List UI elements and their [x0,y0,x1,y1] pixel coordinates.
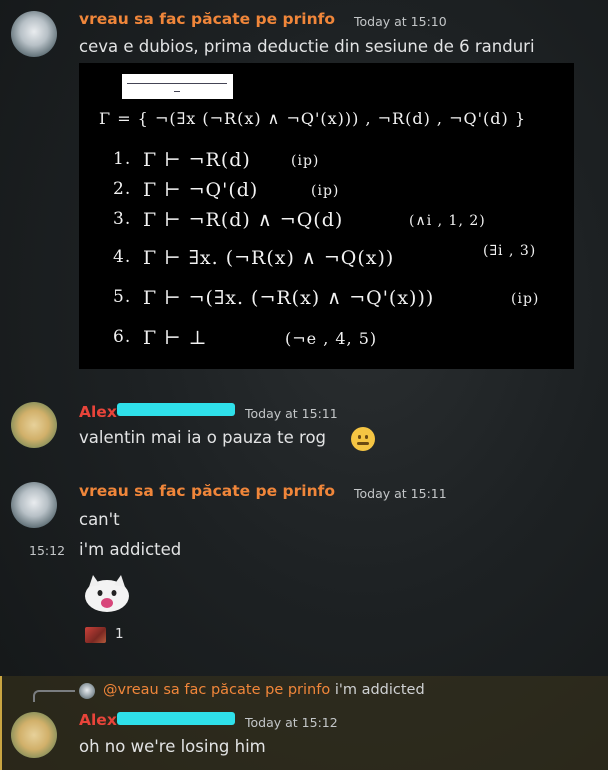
redaction [117,712,235,725]
timestamp[interactable]: Today at 15:10 [354,14,447,29]
proof-line-rule: (ip) [511,291,540,307]
proof-line-rule: (ip) [291,153,320,169]
proof-gamma: Γ = { ¬(∃x (¬R(x) ∧ ¬Q'(x))) , ¬R(d) , ¬… [99,109,526,128]
reply-connector [33,690,75,702]
avatar[interactable] [11,712,57,758]
message-text: oh no we're losing him [79,737,266,756]
message-text: ceva e dubios, prima deductie din sesiun… [79,37,535,56]
username[interactable]: vreau sa fac păcate pe prinfo [79,10,335,28]
proof-line-formula: Γ ⊢ ¬Q'(d) [143,179,259,201]
reply-preview[interactable]: @vreau sa fac păcate pe prinfo i'm addic… [103,682,425,698]
reaction-count: 1 [115,626,124,642]
message-group: vreau sa fac păcate pe prinfo Today at 1… [0,0,608,380]
proof-line-rule: (∃i , 3) [483,243,537,259]
proof-line-number: 2. [113,179,132,199]
reply-avatar[interactable] [79,683,95,699]
reaction-emoji-icon [85,627,106,643]
reaction-button[interactable]: 1 [85,625,125,645]
proof-line-number: 4. [113,247,132,267]
avatar[interactable] [11,402,57,448]
username[interactable]: vreau sa fac păcate pe prinfo [79,482,335,500]
username[interactable]: Alex [79,403,117,421]
proof-line-formula: Γ ⊢ ∃x. (¬R(x) ∧ ¬Q(x)) [143,247,395,269]
message-text: valentin mai ia o pauza te rog [79,428,327,447]
timestamp[interactable]: Today at 15:11 [354,486,447,501]
attachment-image[interactable]: Γ = { ¬(∃x (¬R(x) ∧ ¬Q'(x))) , ¬R(d) , ¬… [79,63,574,369]
proof-line-formula: Γ ⊢ ¬(∃x. (¬R(x) ∧ ¬Q'(x))) [143,287,435,309]
proof-line-formula: Γ ⊢ ¬R(d) ∧ ¬Q(d) [143,209,344,231]
proof-line-number: 3. [113,209,132,229]
crying-cat-sticker[interactable] [80,573,134,613]
reply-mention[interactable]: @vreau sa fac păcate pe prinfo [103,682,330,698]
reply-preview-text: i'm addicted [334,682,425,698]
message-text: can't [79,510,120,529]
proof-line-number: 6. [113,327,132,347]
redaction [117,403,235,416]
username[interactable]: Alex [79,711,117,729]
proof-line-rule: (ip) [311,183,340,199]
grimace-emoji-icon [351,427,375,451]
proof-line-number: 5. [113,287,132,307]
proof-line-rule: (¬e , 4, 5) [285,329,378,348]
proof-line-rule: (∧i , 1, 2) [409,213,486,229]
formula-thumbnail [122,74,233,99]
proof-line-formula: Γ ⊢ ⊥ [143,327,208,349]
message-text: i'm addicted [79,540,182,559]
timestamp[interactable]: Today at 15:11 [245,406,338,421]
avatar[interactable] [11,482,57,528]
proof-line-formula: Γ ⊢ ¬R(d) [143,149,251,171]
hover-timestamp[interactable]: 15:12 [29,543,65,558]
avatar[interactable] [11,11,57,57]
proof-line-number: 1. [113,149,132,169]
timestamp[interactable]: Today at 15:12 [245,715,338,730]
